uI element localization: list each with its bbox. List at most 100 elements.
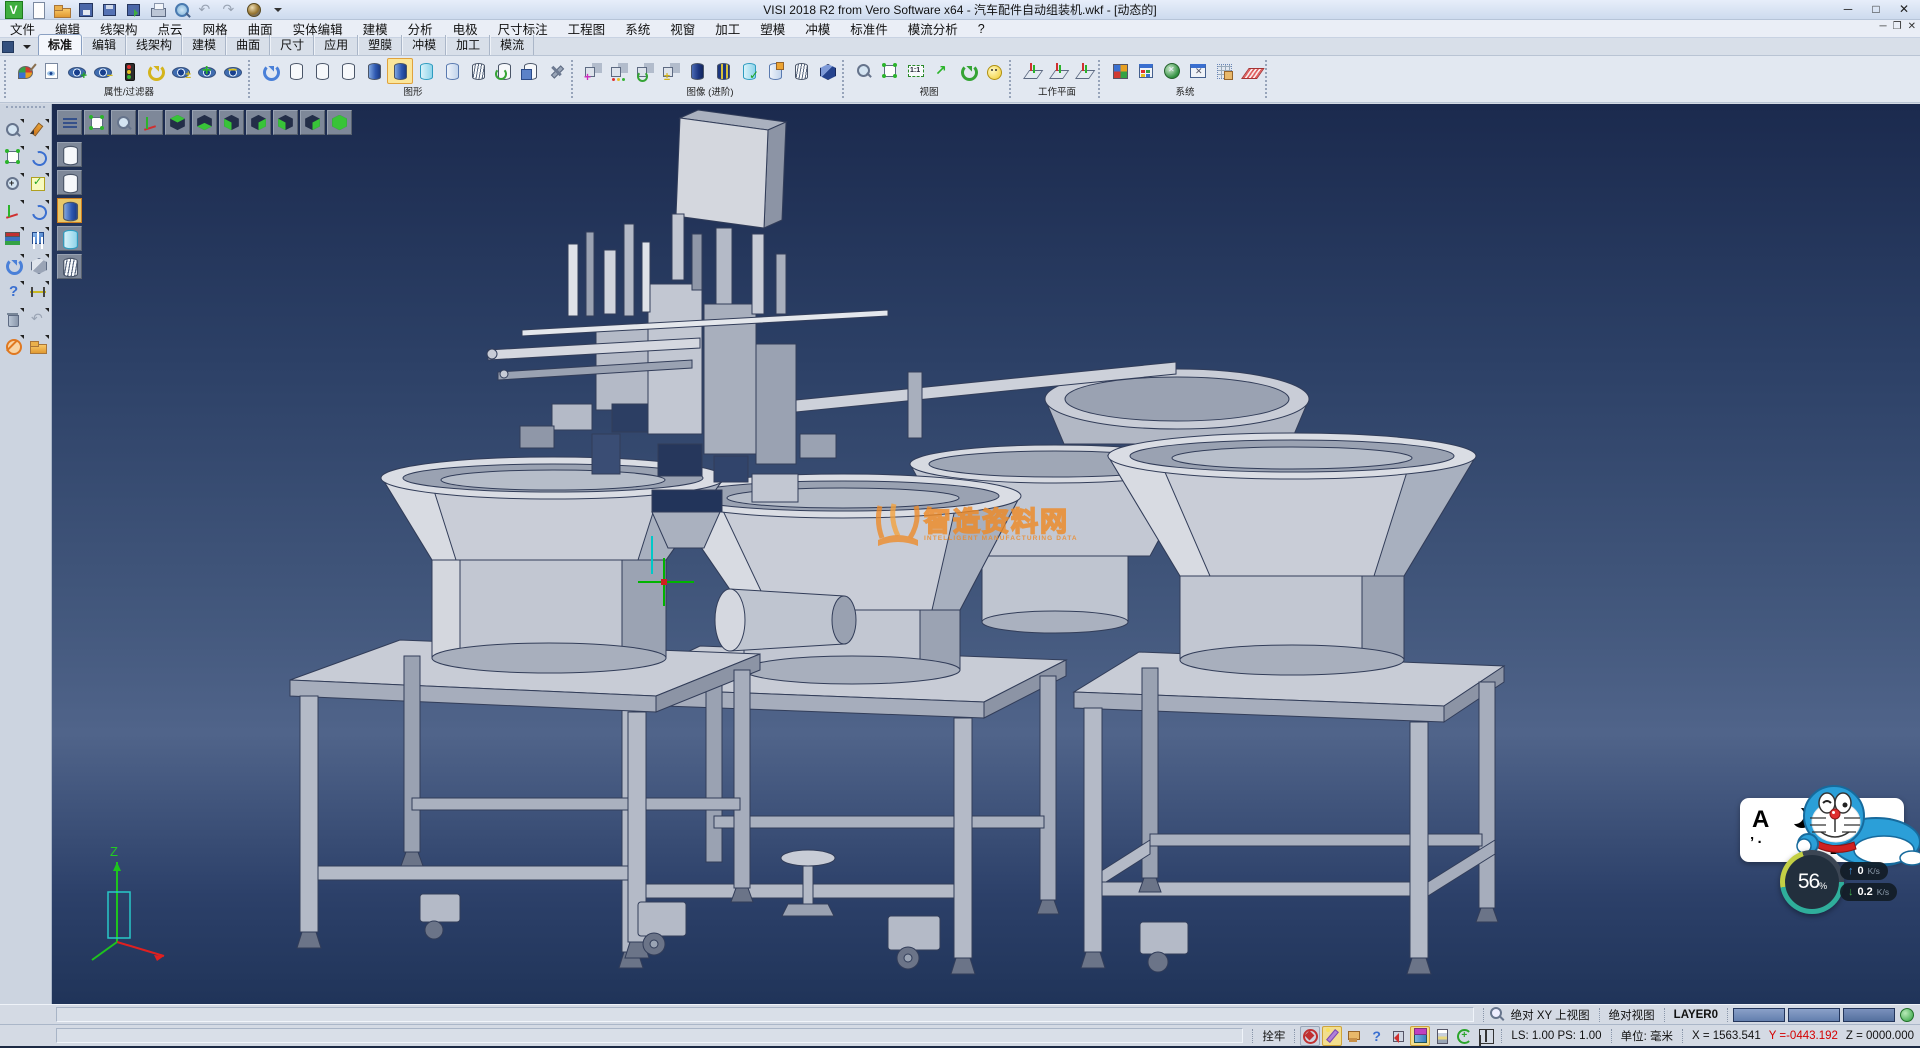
- advanced-filter-button[interactable]: [606, 58, 632, 84]
- spline-button[interactable]: [26, 199, 50, 223]
- solid-striped-display-button[interactable]: [710, 58, 736, 84]
- snap-wand-button[interactable]: [1322, 1026, 1342, 1046]
- layer-manager-button[interactable]: [1432, 1026, 1452, 1046]
- window-colors-button[interactable]: [1133, 58, 1159, 84]
- validate-button[interactable]: [26, 172, 50, 196]
- shaded-mode-button[interactable]: [361, 58, 387, 84]
- show-add-button[interactable]: [64, 58, 90, 84]
- graphics-settings-button[interactable]: [543, 58, 569, 84]
- refresh-visibility-button[interactable]: [142, 58, 168, 84]
- child-restore-button[interactable]: ❐: [1893, 21, 1902, 32]
- edit-curve-button[interactable]: [26, 145, 50, 169]
- view-fit-button[interactable]: [84, 110, 109, 135]
- advanced-toggle-button[interactable]: [658, 58, 684, 84]
- tab-尺寸[interactable]: 尺寸: [270, 35, 314, 55]
- status-green-indicator-icon[interactable]: [1898, 1006, 1916, 1024]
- show-hide-toggle-button[interactable]: [168, 58, 194, 84]
- print-button[interactable]: [147, 1, 168, 18]
- solid-properties-button[interactable]: [762, 58, 788, 84]
- move-axis-button[interactable]: [1, 199, 25, 223]
- menu-item-18[interactable]: 模流分析: [898, 18, 968, 39]
- dynamic-pan-button[interactable]: [929, 58, 955, 84]
- display-hatched-button[interactable]: [57, 254, 82, 279]
- measure-distance-button[interactable]: [26, 280, 50, 304]
- solid-cube-button[interactable]: [26, 253, 50, 277]
- display-wireframe-button[interactable]: [57, 142, 82, 167]
- view-menu-button[interactable]: [57, 110, 82, 135]
- minimize-button[interactable]: ─: [1834, 0, 1862, 18]
- regen-graphics-button[interactable]: [257, 58, 283, 84]
- delete-entity-button[interactable]: [26, 118, 50, 142]
- performance-gauge[interactable]: 56%: [1780, 850, 1844, 914]
- menu-item-12[interactable]: 系统: [615, 18, 660, 39]
- zoom-in-button[interactable]: [851, 58, 877, 84]
- menu-item-15[interactable]: 塑模: [750, 18, 795, 39]
- status-layer[interactable]: LAYER0: [1670, 1009, 1722, 1021]
- close-button[interactable]: ✕: [1890, 0, 1918, 18]
- snap-lock-toggle-button[interactable]: [1300, 1026, 1320, 1046]
- menu-item-14[interactable]: 加工: [705, 18, 750, 39]
- snap-hand-button[interactable]: [1344, 1026, 1364, 1046]
- swap-shading-button[interactable]: [491, 58, 517, 84]
- grid-toggle-button[interactable]: [1476, 1026, 1496, 1046]
- command-input-area[interactable]: [56, 1028, 1243, 1043]
- hide-remove-button[interactable]: [90, 58, 116, 84]
- display-hidden-line-button[interactable]: [57, 170, 82, 195]
- copy-graphics-button[interactable]: [517, 58, 543, 84]
- redo-button[interactable]: [219, 1, 240, 18]
- viewports-button[interactable]: [26, 226, 50, 250]
- view-right-button[interactable]: [246, 110, 271, 135]
- view-front-button[interactable]: [273, 110, 298, 135]
- save-as-button[interactable]: [99, 1, 120, 18]
- child-minimize-button[interactable]: ─: [1880, 21, 1887, 32]
- view-axis-button[interactable]: [138, 110, 163, 135]
- tab-冲模[interactable]: 冲模: [402, 35, 446, 55]
- more-commands-button[interactable]: [267, 1, 288, 18]
- regenerate-button[interactable]: [1, 253, 25, 277]
- status-scale[interactable]: LS: 1.00 PS: 1.00: [1507, 1030, 1605, 1042]
- open-recent-button[interactable]: [26, 334, 50, 358]
- layer-color-swatch-3[interactable]: [1843, 1008, 1895, 1022]
- mesh-display-button[interactable]: [788, 58, 814, 84]
- zoom-dynamic-button[interactable]: [1, 118, 25, 142]
- validate-solid-button[interactable]: [736, 58, 762, 84]
- display-shaded-button[interactable]: [57, 198, 82, 223]
- tab-模流[interactable]: 模流: [490, 35, 534, 55]
- ime-punctuation-indicator[interactable]: ’ ·: [1750, 834, 1763, 851]
- status-units[interactable]: 单位: 毫米: [1617, 1028, 1677, 1044]
- hatched-mode-button[interactable]: [465, 58, 491, 84]
- undo-button[interactable]: [195, 1, 216, 18]
- child-close-button[interactable]: ✕: [1908, 21, 1916, 32]
- advanced-refresh-button[interactable]: [632, 58, 658, 84]
- view-back-button[interactable]: [300, 110, 325, 135]
- layer-color-swatch-1[interactable]: [1733, 1008, 1785, 1022]
- layer-color-swatch-2[interactable]: [1788, 1008, 1840, 1022]
- open-file-button[interactable]: [51, 1, 72, 18]
- visi-logo-button[interactable]: [3, 1, 24, 18]
- delete-trash-button[interactable]: [1, 307, 25, 331]
- dynamic-rotate-button[interactable]: [955, 58, 981, 84]
- view-pan-button[interactable]: [111, 110, 136, 135]
- attributes-library-button[interactable]: [1, 226, 25, 250]
- save-button[interactable]: [75, 1, 96, 18]
- workplane-move-button[interactable]: [1044, 58, 1070, 84]
- tab-加工[interactable]: 加工: [446, 35, 490, 55]
- solid-display-button[interactable]: [684, 58, 710, 84]
- status-absolute-view[interactable]: 绝对视图: [1605, 1007, 1659, 1023]
- wireframe-mode-button[interactable]: [283, 58, 309, 84]
- print-preview-button[interactable]: [171, 1, 192, 18]
- reset-view-button[interactable]: [1454, 1026, 1474, 1046]
- display-translucent-button[interactable]: [57, 226, 82, 251]
- hide-all-button[interactable]: [220, 58, 246, 84]
- system-options-button[interactable]: [1159, 58, 1185, 84]
- context-help-button[interactable]: [1366, 1026, 1386, 1046]
- new-document-button[interactable]: [27, 1, 48, 18]
- zoom-scale-button[interactable]: [1, 172, 25, 196]
- edit-attributes-button[interactable]: [12, 58, 38, 84]
- zoom-1to1-button[interactable]: [903, 58, 929, 84]
- grid-snap-button[interactable]: [1211, 58, 1237, 84]
- tab-塑膜[interactable]: 塑膜: [358, 35, 402, 55]
- tab-标准[interactable]: 标准: [38, 34, 82, 55]
- visi-ball-button[interactable]: [243, 1, 264, 18]
- maximize-button[interactable]: □: [1862, 0, 1890, 18]
